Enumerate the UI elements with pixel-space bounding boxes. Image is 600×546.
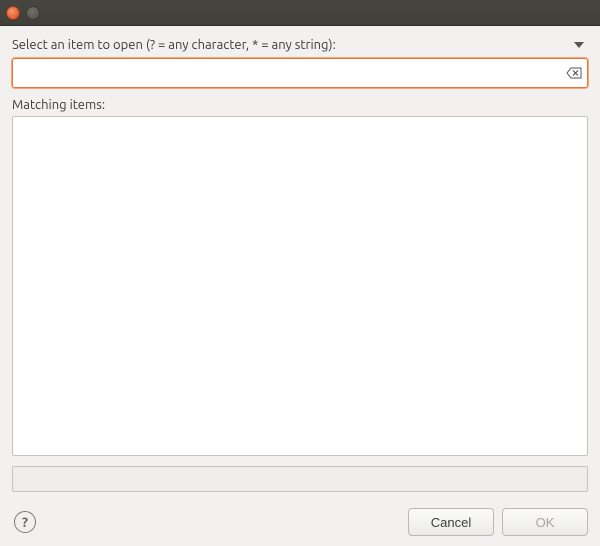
- status-box: [12, 466, 588, 492]
- titlebar: [0, 0, 600, 26]
- search-input[interactable]: [12, 58, 588, 88]
- ok-button[interactable]: OK: [502, 508, 588, 536]
- dropdown-menu-icon[interactable]: [574, 42, 584, 48]
- dialog-content: Select an item to open (? = any characte…: [0, 26, 600, 546]
- footer: ? Cancel OK: [12, 508, 588, 536]
- cancel-button[interactable]: Cancel: [408, 508, 494, 536]
- clear-input-icon[interactable]: [566, 66, 582, 80]
- minimize-icon[interactable]: [26, 6, 40, 20]
- matching-label: Matching items:: [12, 98, 588, 112]
- close-icon[interactable]: [6, 6, 20, 20]
- prompt-row: Select an item to open (? = any characte…: [12, 38, 588, 52]
- help-icon[interactable]: ?: [14, 511, 36, 533]
- matching-items-list[interactable]: [12, 116, 588, 456]
- search-box: [12, 58, 588, 88]
- prompt-label: Select an item to open (? = any characte…: [12, 38, 336, 52]
